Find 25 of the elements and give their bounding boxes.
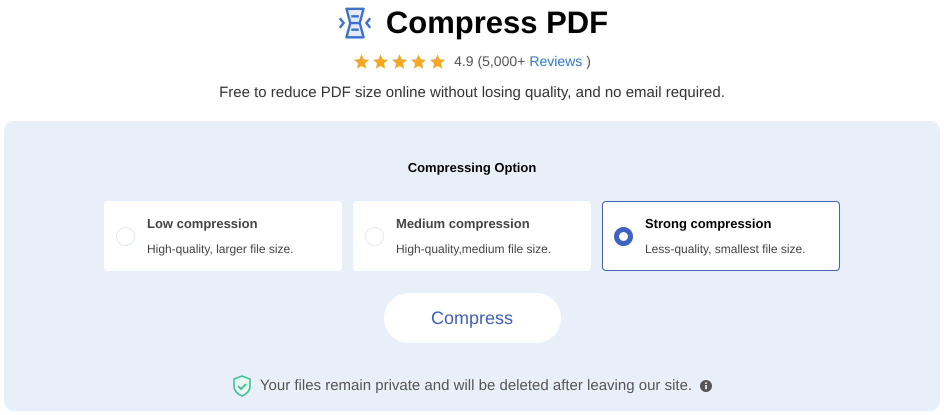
option-title: Strong compression	[645, 215, 772, 234]
rating-text: 4.9 (5,000+	[454, 52, 526, 71]
star-icon	[353, 53, 370, 70]
option-title: Low compression	[147, 215, 259, 234]
compression-option[interactable]: Strong compression Less-quality, smallest file size.	[602, 201, 840, 271]
option-description: High-quality, larger file size.	[147, 240, 294, 258]
compression-option[interactable]: Low compression High-quality, larger file size.	[104, 201, 342, 271]
radio-button[interactable]	[614, 226, 633, 246]
option-description: Less-quality, smallest file size.	[645, 240, 806, 258]
star-icon	[429, 53, 446, 70]
option-description: High-quality,medium file size.	[396, 240, 552, 258]
privacy-note: Your files remain private and will be deleted after leaving our site.	[260, 376, 692, 396]
compress-button[interactable]: Compress	[384, 293, 560, 343]
info-icon[interactable]	[700, 380, 712, 392]
star-icon	[410, 53, 428, 70]
section-heading: Compressing Option	[408, 158, 536, 177]
reviews-link[interactable]: Reviews	[529, 51, 582, 72]
shield-check-icon	[232, 375, 252, 398]
star-icon	[391, 53, 408, 70]
page-title: Compress PDF	[386, 4, 608, 42]
rating-close: )	[586, 52, 591, 71]
star-icon	[372, 53, 390, 70]
compression-option[interactable]: Medium compression High-quality,medium file size.	[353, 201, 591, 271]
option-title: Medium compression	[396, 215, 531, 234]
subtitle: Free to reduce PDF size online without losing quality, and no email required.	[219, 83, 725, 103]
